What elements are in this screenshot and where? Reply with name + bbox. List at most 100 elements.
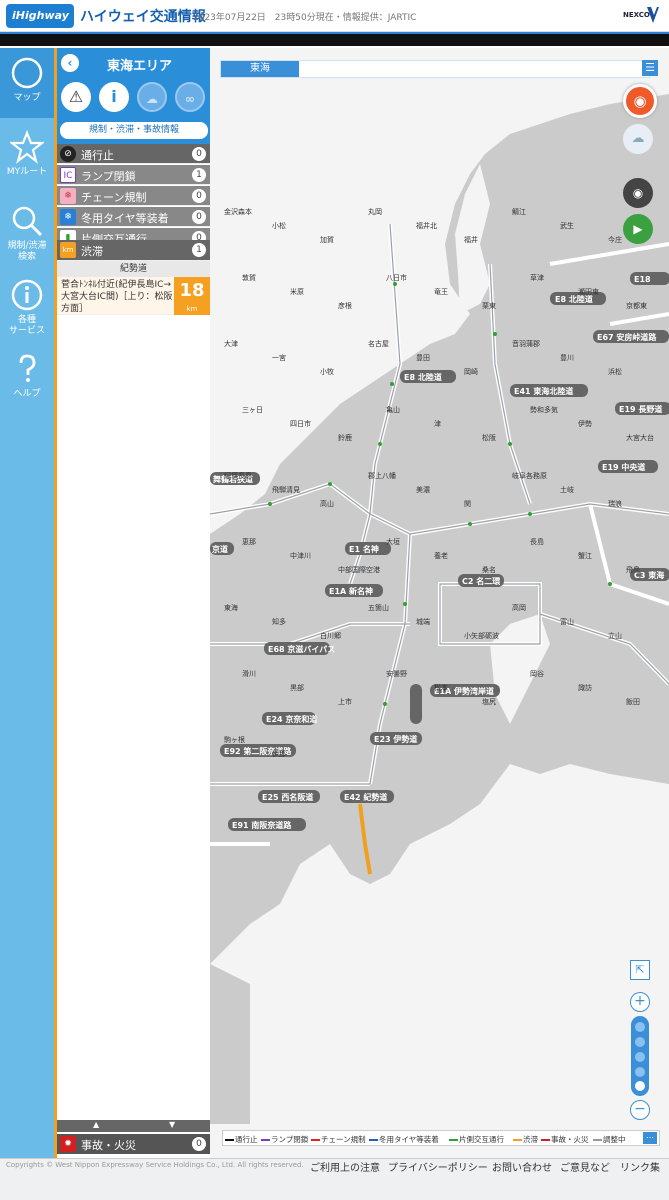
- road-section-header: 紀勢道: [57, 261, 210, 277]
- scroll-up-icon[interactable]: ▲: [93, 1120, 99, 1129]
- minus-icon: −: [634, 1101, 646, 1117]
- rail-item-search[interactable]: 規制/渋滞 検索: [0, 196, 54, 266]
- place-label: 塩尻: [482, 697, 496, 706]
- panel-scroll-controls: ▲ ▼: [57, 1120, 210, 1132]
- place-label: 小矢部砺波: [464, 631, 499, 640]
- category-selector: ⚠ i ☁ ∞ 規制・渋滞・事故情報: [57, 78, 210, 144]
- place-label: 恵那: [242, 537, 256, 546]
- weather-icon: ☁: [631, 131, 645, 146]
- place-label: 鯖江: [512, 207, 526, 216]
- place-label: 大津: [224, 339, 238, 348]
- filter-ramp-closure[interactable]: IC ランプ閉鎖 1: [57, 165, 210, 185]
- filter-accident[interactable]: ✹ 事故・火災 0: [57, 1134, 210, 1154]
- place-label: 安曇野: [386, 669, 407, 678]
- footer-link[interactable]: リンク集: [620, 1159, 660, 1174]
- rail-item-map[interactable]: マップ: [0, 48, 54, 118]
- rail-item-services[interactable]: 各種 サービス: [0, 270, 54, 340]
- place-label: 大垣: [386, 537, 400, 546]
- footer-link[interactable]: ご利用上の注意: [310, 1159, 380, 1174]
- place-label: 浜松: [608, 367, 622, 376]
- rail-item-help[interactable]: ヘルプ: [0, 344, 54, 414]
- filter-chain[interactable]: ❄ チェーン規制 0: [57, 186, 210, 206]
- info-icon: [11, 279, 43, 311]
- map-view[interactable]: 東海 ☰ E8 北陸道 E18 E67 安房峠道路 E8 北陸道 E41 東海北…: [210, 48, 669, 1158]
- place-label: 大宮大台: [626, 433, 654, 442]
- road-label: E41 東海北陸道: [514, 386, 573, 396]
- legend-more-button[interactable]: ⋯: [643, 1132, 657, 1144]
- road-label: E25 西名阪道: [262, 792, 313, 802]
- place-label: 黒部: [290, 683, 304, 692]
- place-label: 東海: [224, 603, 238, 612]
- map-canvas[interactable]: E8 北陸道 E18 E67 安房峠道路 E8 北陸道 E41 東海北陸道 E1…: [210, 84, 669, 1124]
- footer-link[interactable]: お問い合わせ: [492, 1159, 552, 1174]
- place-label: 紀伊長島: [224, 471, 252, 480]
- warning-category-button[interactable]: ⚠: [61, 82, 91, 112]
- zoom-level-dot-current[interactable]: [635, 1081, 645, 1091]
- footer-link[interactable]: ご意見など: [560, 1159, 610, 1174]
- filter-label: チェーン規制: [81, 191, 147, 204]
- place-label: 富山: [560, 617, 574, 626]
- back-button[interactable]: ‹: [61, 54, 79, 72]
- place-label: 中部国際空港: [338, 565, 380, 574]
- left-nav-rail: マップ MYルート 規制/渋滞 検索 各種 サービス ヘルプ: [0, 48, 54, 1158]
- footer-link[interactable]: プライバシーポリシー: [388, 1159, 488, 1174]
- filter-count: 1: [192, 168, 206, 182]
- jam-length: 18: [179, 280, 205, 301]
- logo-text: iHighway: [12, 9, 69, 22]
- traffic-car-button[interactable]: ◉: [623, 84, 657, 118]
- filter-count: 0: [192, 189, 206, 203]
- nexco-logo[interactable]: NEXCO: [623, 5, 661, 27]
- filter-winter-tire[interactable]: ❄ 冬用タイヤ等装着 0: [57, 207, 210, 227]
- place-label: 岐阜各務原: [512, 471, 547, 480]
- scroll-down-icon[interactable]: ▼: [169, 1120, 175, 1129]
- road-label: E19 中央道: [602, 462, 645, 472]
- place-label: 飯田: [626, 697, 640, 706]
- place-label: 諏訪: [578, 683, 592, 692]
- zoom-out-button[interactable]: −: [630, 1100, 650, 1120]
- rail-item-myroute[interactable]: MYルート: [0, 122, 54, 192]
- place-label: 小牧: [320, 367, 334, 376]
- filter-count: 0: [192, 210, 206, 224]
- region-tab[interactable]: 東海: [221, 61, 299, 77]
- place-label: 武生: [560, 221, 574, 230]
- place-label: 加賀: [320, 235, 334, 244]
- filter-label: 冬用タイヤ等装着: [81, 212, 169, 225]
- place-label: 美濃: [416, 485, 430, 494]
- filter-jam[interactable]: km 渋滞 1: [57, 240, 210, 261]
- filter-closure[interactable]: ⊘ 通行止 0: [57, 144, 210, 164]
- place-label: 八日市: [386, 273, 407, 282]
- place-label: 四日市: [290, 419, 311, 428]
- place-label: 五箇山: [368, 603, 389, 612]
- place-label: 高岡: [512, 603, 526, 612]
- place-label: 鈴鹿: [338, 433, 352, 442]
- live-camera-button[interactable]: ▶: [623, 214, 653, 244]
- place-label: 豊川: [560, 353, 574, 362]
- zoom-level-dot[interactable]: [635, 1067, 645, 1077]
- camera-button[interactable]: ◉: [623, 178, 653, 208]
- info-category-button[interactable]: i: [99, 82, 129, 112]
- link-category-button[interactable]: ∞: [175, 82, 205, 112]
- jam-description: 菅合ﾄﾝﾈﾙ付近(紀伊長島IC→大宮大台IC間)［上り：松阪方面］: [61, 280, 173, 314]
- plus-icon: +: [634, 993, 646, 1009]
- timestamp: 2023年07月22日 23時50分現在・情報提供：JARTIC: [193, 13, 417, 23]
- road-label: E1 名神: [349, 544, 379, 554]
- road-label: E1A 新名神: [329, 586, 373, 596]
- zoom-slider[interactable]: [631, 1016, 649, 1096]
- place-label: 福井: [464, 235, 478, 244]
- zoom-level-dot[interactable]: [635, 1037, 645, 1047]
- jam-list-item[interactable]: 菅合ﾄﾝﾈﾙ付近(紀伊長島IC→大宮大台IC間)［上り：松阪方面］ 18 km: [57, 277, 210, 315]
- zoom-in-button[interactable]: +: [630, 992, 650, 1012]
- map-legend: 通行止 ランプ閉鎖 チェーン規制 冬用タイヤ等装着 片側交互通行 渋滞 事故・火…: [222, 1130, 660, 1146]
- weather-category-button[interactable]: ☁: [137, 82, 167, 112]
- zoom-level-dot[interactable]: [635, 1022, 645, 1032]
- ihighway-logo[interactable]: iHighway: [6, 4, 74, 28]
- header-divider-bar: [0, 32, 669, 46]
- fit-to-region-button[interactable]: ⇱: [630, 960, 650, 980]
- map-menu-button[interactable]: ☰: [642, 60, 658, 76]
- zoom-level-dot[interactable]: [635, 1052, 645, 1062]
- info-panel: ‹ 東海エリア ⚠ i ☁ ∞ 規制・渋滞・事故情報 ⊘ 通行止 0 IC ラン…: [54, 48, 210, 1158]
- weather-button[interactable]: ☁: [623, 124, 653, 154]
- explosion-icon: ✹: [60, 1136, 76, 1152]
- place-label: 津: [434, 420, 441, 428]
- road-label: 京道: [212, 544, 228, 554]
